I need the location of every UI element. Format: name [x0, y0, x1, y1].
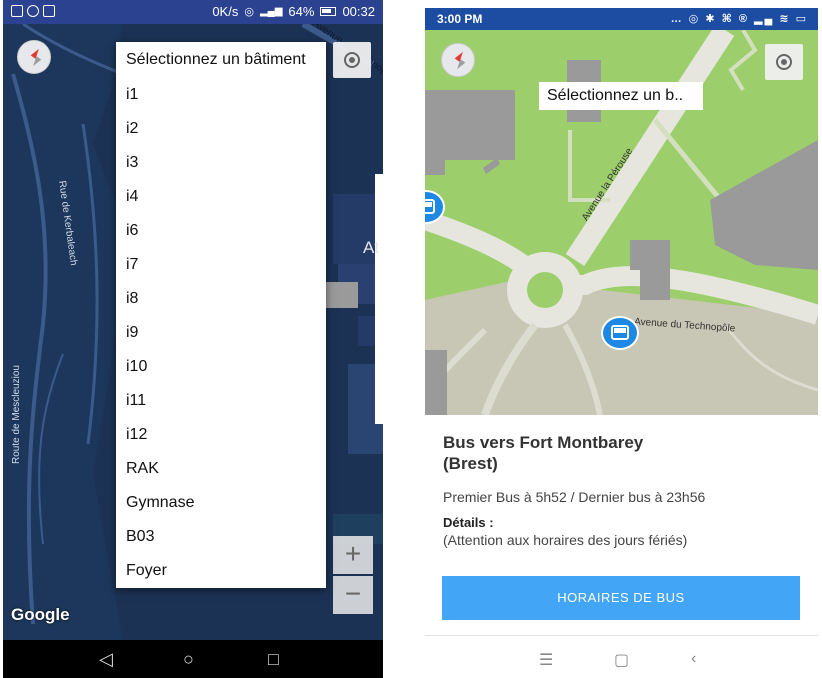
recent-apps-icon[interactable]: □	[268, 650, 279, 668]
bus-window	[425, 202, 432, 207]
building-dropdown-menu[interactable]: Sélectionnez un bâtiment i1 i2 i3 i4 i6 …	[116, 42, 326, 588]
bus-route-title: Bus vers Fort Montbarey (Brest)	[443, 432, 643, 474]
crosshair-dot	[781, 59, 787, 65]
compass-button[interactable]	[441, 43, 475, 77]
zoom-out-button[interactable]: −	[333, 576, 373, 614]
dropdown-option[interactable]: i1	[116, 78, 326, 112]
navigation-bar: ◁ ○ □	[3, 640, 383, 678]
divider	[425, 635, 818, 636]
dropdown-option[interactable]: i10	[116, 350, 326, 384]
back-icon[interactable]: ‹	[691, 650, 696, 668]
bus-window	[614, 328, 626, 333]
dropdown-option[interactable]: i12	[116, 418, 326, 452]
compass-button[interactable]	[17, 40, 51, 74]
status-time: 00:32	[342, 4, 375, 19]
status-bar: 0K/s ◎ ▂▄▆ 64% 00:32	[3, 0, 383, 24]
my-location-button[interactable]	[333, 42, 371, 78]
back-icon[interactable]: ◁	[99, 650, 113, 668]
dropdown-option[interactable]: i7	[116, 248, 326, 282]
battery-level: 64%	[288, 4, 315, 19]
status-right: 0K/s ◎ ▂▄▆ 64% 00:32	[212, 4, 375, 19]
details-text: (Attention aux horaires des jours fériés…	[443, 532, 688, 548]
dropdown-option[interactable]: i9	[116, 316, 326, 350]
street-label-mescleuziou: Route de Mescleuziou	[11, 365, 22, 464]
dropdown-option[interactable]: i6	[116, 214, 326, 248]
dropdown-option[interactable]: i4	[116, 180, 326, 214]
dropdown-option[interactable]: Gymnase	[116, 486, 326, 520]
map-view[interactable]: Avenue la Pérouse Avenue du Technopôle S…	[425, 30, 818, 415]
compass-south-icon	[454, 59, 466, 71]
left-phone-screen: 0K/s ◎ ▂▄▆ 64% 00:32 Rue de Kerbaleach R	[3, 0, 383, 678]
building-select[interactable]: Sélectionnez un b..	[539, 82, 703, 110]
dropdown-option[interactable]: Foyer	[116, 554, 326, 588]
status-time: 3:00 PM	[437, 12, 483, 26]
details-label: Détails :	[443, 515, 494, 530]
home-icon[interactable]: ▢	[614, 650, 629, 670]
bus-schedule-button[interactable]: HORAIRES DE BUS	[442, 576, 800, 620]
dropdown-option[interactable]: B03	[116, 520, 326, 554]
bus-route-title-line1: Bus vers Fort Montbarey	[443, 433, 644, 452]
my-location-button[interactable]	[765, 44, 803, 80]
zoom-in-button[interactable]: +	[333, 536, 373, 574]
network-speed: 0K/s	[212, 4, 239, 19]
map-partial-label: At	[363, 238, 380, 257]
dropdown-option[interactable]: i8	[116, 282, 326, 316]
dropdown-option[interactable]: i3	[116, 146, 326, 180]
crosshair-dot	[349, 57, 355, 63]
bus-schedule-text: Premier Bus à 5h52 / Dernier bus à 23h56	[443, 489, 706, 505]
menu-icon[interactable]: ☰	[539, 650, 553, 670]
signal-icon: ▂▄▆	[259, 6, 283, 17]
location-icon: ◎	[244, 6, 254, 18]
google-logo: Google	[11, 605, 70, 624]
battery-icon	[320, 7, 337, 16]
notification-icon	[11, 5, 23, 17]
status-bar: 3:00 PM … ◎ ✱ ⌘ ® ▂▄ ≋ ▭	[425, 8, 818, 30]
messenger-icon	[27, 5, 39, 17]
status-left-icons	[11, 5, 55, 17]
right-phone-screen: 3:00 PM … ◎ ✱ ⌘ ® ▂▄ ≋ ▭ Avenue la Pérou…	[425, 8, 818, 678]
bus-stop-marker[interactable]	[601, 316, 639, 350]
bus-route-title-line2: (Brest)	[443, 454, 498, 473]
dropdown-option[interactable]: RAK	[116, 452, 326, 486]
compass-south-icon	[30, 56, 42, 68]
dropdown-header[interactable]: Sélectionnez un bâtiment	[116, 42, 326, 78]
status-icons: … ◎ ✱ ⌘ ® ▂▄ ≋ ▭	[670, 13, 808, 25]
home-icon[interactable]: ○	[183, 650, 194, 668]
dropdown-option[interactable]: i11	[116, 384, 326, 418]
dropdown-option[interactable]: i2	[116, 112, 326, 146]
image-icon	[43, 5, 55, 17]
